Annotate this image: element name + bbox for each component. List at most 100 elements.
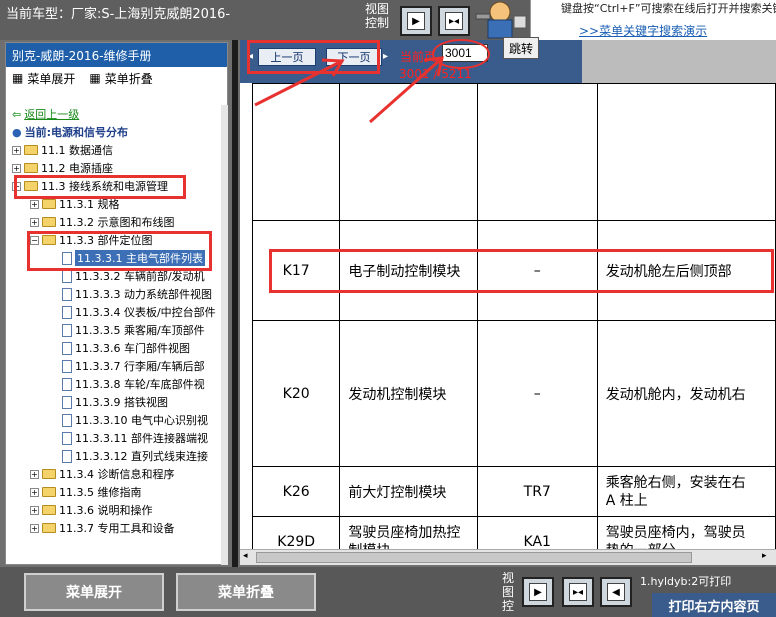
expand-menu-link[interactable]: ▦ 菜单展开 bbox=[12, 71, 76, 86]
person-icon: ● bbox=[12, 125, 22, 139]
ad-link[interactable]: >>菜单关键字搜索演示 bbox=[579, 22, 707, 39]
tree-item[interactable]: − 11.3.3 部件定位图 bbox=[30, 231, 152, 249]
panel-divider[interactable] bbox=[232, 40, 238, 567]
tree-item[interactable]: +11.2 电源插座 bbox=[12, 159, 113, 177]
tree-item-label: 11.3.3.1 主电气部件列表 bbox=[75, 250, 205, 266]
nav-right-arrow-icon: ▸ bbox=[383, 51, 389, 62]
collapse-menu-button[interactable]: 菜单折叠 bbox=[176, 573, 316, 611]
table-row bbox=[251, 83, 776, 221]
tree-item-label: 11.2 电源插座 bbox=[41, 162, 113, 175]
grid-icon: ▦ bbox=[89, 71, 101, 85]
document-icon bbox=[62, 269, 72, 283]
scroll-right-icon[interactable]: ▸ bbox=[762, 551, 767, 561]
tree-item[interactable]: 11.3.3.2 车辆前部/发动机 bbox=[62, 267, 205, 285]
tree-item-selected[interactable]: 11.3.3.1 主电气部件列表 bbox=[62, 249, 205, 267]
tree-item-label: 11.3.3.8 车轮/车底部件视 bbox=[75, 378, 205, 391]
page-number-input[interactable] bbox=[442, 44, 488, 62]
expand-icon: + bbox=[12, 163, 21, 173]
current-node: ● 当前:电源和信号分布 bbox=[12, 123, 128, 141]
collapse-icon: − bbox=[30, 235, 39, 245]
tree-item[interactable]: 11.3.3.10 电气中心识别视 bbox=[62, 411, 208, 429]
horizontal-scrollbar[interactable]: ◂ ▸ bbox=[240, 549, 776, 565]
expand-icon: + bbox=[30, 199, 39, 209]
prev-page-button[interactable]: 上一页 bbox=[258, 48, 316, 66]
document-icon bbox=[62, 323, 72, 337]
arrow-right-icon: ▶ bbox=[529, 583, 547, 601]
next-page-button[interactable]: 下一页 bbox=[326, 48, 382, 66]
view-split-button[interactable]: ▸◂ bbox=[562, 577, 594, 607]
nav-left-arrow-icon: ◂ bbox=[248, 51, 254, 62]
expand-menu-button[interactable]: 菜单展开 bbox=[24, 573, 164, 611]
tree-item-label: 11.3.7 专用工具和设备 bbox=[59, 522, 175, 535]
table-cell: K17 bbox=[251, 220, 341, 321]
tree-item-label: 11.3.3.10 电气中心识别视 bbox=[75, 414, 208, 427]
tree-item-label: 11.3.1 规格 bbox=[59, 198, 120, 211]
table-cell: 电子制动控制模块 bbox=[339, 220, 478, 321]
document-icon bbox=[62, 431, 72, 445]
print-info: 1.hyldyb:2可打印 bbox=[640, 575, 732, 588]
table-cell bbox=[596, 83, 776, 221]
folder-icon bbox=[42, 505, 56, 515]
tree-item-label: 11.3.4 诊断信息和程序 bbox=[59, 468, 175, 481]
table-cell: 发动机控制模块 bbox=[339, 320, 478, 467]
scroll-left-icon[interactable]: ◂ bbox=[243, 551, 248, 561]
manual-title: 别克-威朗-2016-维修手册 bbox=[6, 43, 227, 67]
top-bar: 当前车型：厂家:S-上海别克威朗2016- 视图控制 ▶ ▸◂ 键盘按“Ctrl… bbox=[0, 0, 776, 40]
expand-icon: + bbox=[30, 487, 39, 497]
back-link[interactable]: ⇦ 返回上一级 bbox=[12, 105, 79, 123]
tree-item-label: 11.1 数据通信 bbox=[41, 144, 113, 157]
tree-item-label: 11.3.3.9 搭铁视图 bbox=[75, 396, 168, 409]
tree-item[interactable]: +11.3.5 维修指南 bbox=[30, 483, 141, 501]
tree-item-label: 11.3.3 部件定位图 bbox=[59, 234, 153, 247]
table-row: K20 发动机控制模块 – 发动机舱内，发动机右 bbox=[251, 320, 776, 467]
table-cell: 发动机舱内，发动机右 bbox=[596, 320, 776, 467]
split-arrows-icon: ▸◂ bbox=[569, 583, 587, 601]
menu-toolbar: ▦ 菜单展开 ▦ 菜单折叠 bbox=[6, 67, 227, 89]
view-left-button[interactable]: ◀ bbox=[600, 577, 632, 607]
left-scrollbar[interactable] bbox=[221, 105, 228, 565]
tree-item[interactable]: 11.3.3.11 部件连接器端视 bbox=[62, 429, 208, 447]
document-icon bbox=[62, 305, 72, 319]
tree-item[interactable]: +11.1 数据通信 bbox=[12, 141, 113, 159]
table-cell: K29D bbox=[251, 516, 341, 549]
print-button[interactable]: 打印右方内容页 bbox=[652, 593, 776, 617]
jump-button[interactable]: 跳转 bbox=[503, 37, 539, 59]
expand-menu-label: 菜单展开 bbox=[27, 71, 76, 86]
arrow-right-icon: ▶ bbox=[407, 12, 425, 30]
tree-item[interactable]: +11.3.4 诊断信息和程序 bbox=[30, 465, 174, 483]
tree-item-label: 11.3.3.3 动力系统部件视图 bbox=[75, 288, 212, 301]
table-cell: K26 bbox=[251, 466, 341, 517]
grid-icon: ▦ bbox=[12, 71, 24, 85]
tree-item[interactable]: +11.3.1 规格 bbox=[30, 195, 119, 213]
collapse-menu-link[interactable]: ▦ 菜单折叠 bbox=[89, 71, 152, 86]
tree-item[interactable]: 11.3.3.7 行李厢/车辆后部 bbox=[62, 357, 205, 375]
document-icon bbox=[62, 449, 72, 463]
tree-item[interactable]: − 11.3 接线系统和电源管理 bbox=[12, 177, 168, 195]
table-cell: 驾驶员座椅内，驾驶员 垫的一部分 bbox=[596, 516, 776, 549]
tree-item[interactable]: 11.3.3.4 仪表板/中控台部件 bbox=[62, 303, 216, 321]
tree-item[interactable]: 11.3.3.8 车轮/车底部件视 bbox=[62, 375, 205, 393]
table-cell: K20 bbox=[251, 320, 341, 467]
expand-icon: + bbox=[30, 217, 39, 227]
table-cell bbox=[476, 83, 598, 221]
tree-item-label: 11.3.2 示意图和布线图 bbox=[59, 216, 175, 229]
tree-item[interactable]: 11.3.3.5 乘客厢/车顶部件 bbox=[62, 321, 205, 339]
page-count: 3001 / 5211 bbox=[399, 67, 472, 81]
tree-item[interactable]: +11.3.6 说明和操作 bbox=[30, 501, 152, 519]
split-arrows-icon: ▸◂ bbox=[445, 12, 463, 30]
tree-item[interactable]: 11.3.3.6 车门部件视图 bbox=[62, 339, 190, 357]
tree-item-label: 11.3.3.2 车辆前部/发动机 bbox=[75, 270, 205, 283]
view-split-button[interactable]: ▸◂ bbox=[438, 6, 470, 36]
tree-item[interactable]: 11.3.3.9 搭铁视图 bbox=[62, 393, 168, 411]
tree-item[interactable]: +11.3.7 专用工具和设备 bbox=[30, 519, 174, 537]
scrollbar-thumb[interactable] bbox=[256, 552, 692, 563]
tree-item[interactable]: +11.3.2 示意图和布线图 bbox=[30, 213, 174, 231]
tree-item[interactable]: 11.3.3.12 直列式线束连接 bbox=[62, 447, 208, 465]
table-cell bbox=[339, 83, 478, 221]
view-right-button[interactable]: ▶ bbox=[400, 6, 432, 36]
tree-item[interactable]: 11.3.3.3 动力系统部件视图 bbox=[62, 285, 212, 303]
table-cell: KA1 bbox=[476, 516, 598, 549]
view-control-label: 视图控 bbox=[501, 571, 514, 613]
back-label: 返回上一级 bbox=[24, 108, 80, 121]
view-right-button[interactable]: ▶ bbox=[522, 577, 554, 607]
